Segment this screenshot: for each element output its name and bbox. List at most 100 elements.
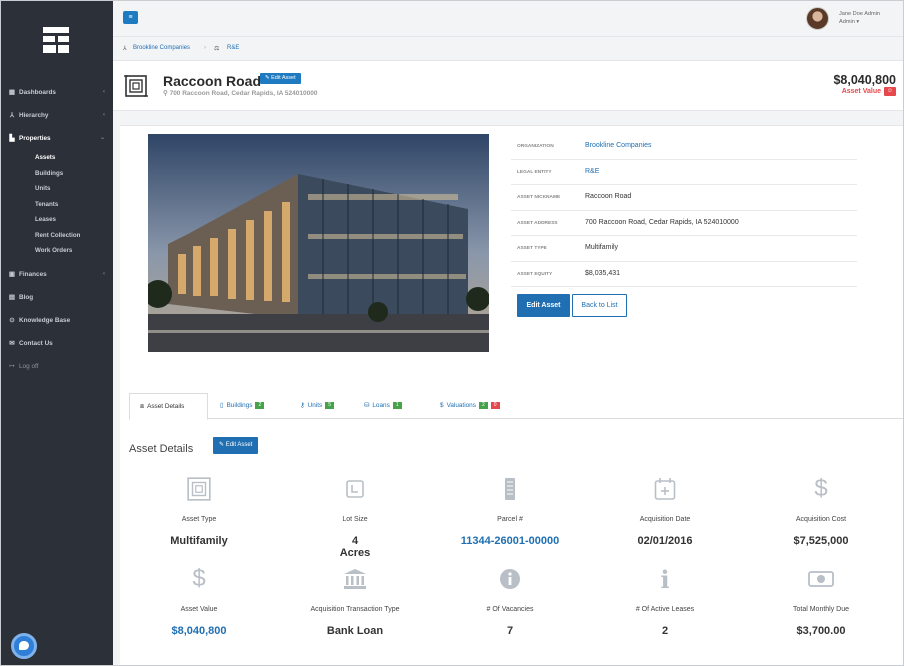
loan-icon: ⛁ xyxy=(364,402,370,409)
app-window: ▦ Dashboards ‹ ⅄ Hierarchy ‹ ▙ Properties ⌄ As… xyxy=(0,0,904,666)
dollar-icon: $ xyxy=(814,475,828,502)
stat-acquisition-date: Acquisition Date 02/01/2016 xyxy=(590,476,740,547)
sidebar-nav: ▦ Dashboards ‹ ⅄ Hierarchy ‹ ▙ Properties ⌄ As… xyxy=(1,81,113,378)
back-to-list-button[interactable]: Back to List xyxy=(572,294,627,317)
building-icon: ▯ xyxy=(220,402,224,409)
key-icon: ⚷ xyxy=(300,402,305,409)
stat-total-monthly-due: Total Monthly Due $3,700.00 xyxy=(746,566,896,637)
asset-value: $8,040,800 xyxy=(833,73,896,87)
sidebar-item-properties[interactable]: ▙ Properties ⌄ xyxy=(1,127,113,150)
sidebar: ▦ Dashboards ‹ ⅄ Hierarchy ‹ ▙ Properties ⌄ As… xyxy=(1,1,113,665)
section-title: Asset Details xyxy=(129,443,194,455)
finance-icon: ▣ xyxy=(8,270,16,278)
breadcrumb-separator: › xyxy=(204,45,206,51)
stat-parcel: Parcel # 11344-26001-00000 xyxy=(435,476,585,547)
stat-lot-size: Lot Size 4 Acres xyxy=(280,476,430,559)
sidebar-item-log-off[interactable]: ↦ Log off xyxy=(1,355,113,378)
building-outline-icon: ⧈ xyxy=(140,403,145,410)
sidebar-item-dashboards[interactable]: ▦ Dashboards ‹ xyxy=(1,81,113,104)
sidebar-item-knowledge-base[interactable]: ⊙ Knowledge Base xyxy=(1,309,113,332)
chevron-left-icon: ‹ xyxy=(103,270,105,277)
stat-vacancies: # Of Vacancies 7 xyxy=(435,566,585,637)
edit-asset-header-button[interactable]: ✎ Edit Asset xyxy=(260,73,301,84)
edit-asset-button[interactable]: Edit Asset xyxy=(517,294,570,317)
asset-header: Raccoon Road ✎ Edit Asset ⚲ 700 Raccoon … xyxy=(113,61,903,111)
calendar-icon xyxy=(590,476,740,502)
organization-link[interactable]: Brookline Companies xyxy=(585,142,652,149)
tab-buildings[interactable]: ▯ Buildings 2 xyxy=(213,393,285,419)
tab-loans[interactable]: ⛁ Loans 1 xyxy=(357,393,427,419)
sidebar-subitem-rent-collection[interactable]: Rent Collection xyxy=(1,228,113,244)
info-row-nickname: Asset Nickname Raccoon Road xyxy=(511,185,857,211)
building-outline-icon xyxy=(124,476,274,502)
breadcrumb: ⅄ Brookline Companies › ⚖ R&E xyxy=(113,37,903,61)
help-icon: ⊙ xyxy=(9,316,15,324)
chart-icon: ▙ xyxy=(9,135,15,142)
asset-info-table: Organization Brookline Companies Legal E… xyxy=(511,134,857,287)
info-row-organization: Organization Brookline Companies xyxy=(511,134,857,160)
sidebar-subitem-work-orders[interactable]: Work Orders xyxy=(1,243,113,259)
stat-transaction-type: Acquisition Transaction Type Bank Loan xyxy=(280,566,430,637)
avatar[interactable] xyxy=(806,7,829,30)
legal-entity-link[interactable]: R&E xyxy=(585,168,599,175)
sidebar-item-blog[interactable]: ▤ Blog xyxy=(1,286,113,309)
lot-icon xyxy=(280,476,430,502)
valuations-alert-badge: 0 xyxy=(490,401,500,409)
info-row-equity: Asset Equity $8,035,431 xyxy=(511,262,857,287)
buildings-count-badge: 2 xyxy=(255,401,265,409)
edit-asset-details-button[interactable]: ✎ Edit Asset xyxy=(213,437,259,454)
hierarchy-icon: ⅄ xyxy=(10,112,14,119)
asset-photo xyxy=(148,134,489,352)
info-circle-icon xyxy=(435,566,585,592)
money-icon xyxy=(746,566,896,592)
loans-count-badge: 1 xyxy=(392,401,402,409)
grid-icon: ▦ xyxy=(8,89,16,96)
entity-icon: ⚖ xyxy=(214,46,220,52)
stat-active-leases: i # Of Active Leases 2 xyxy=(590,564,740,638)
stat-asset-type: Asset Type Multifamily xyxy=(124,476,274,547)
parcel-icon xyxy=(435,476,585,502)
chevron-down-icon: ⌄ xyxy=(99,135,105,141)
user-role-dropdown[interactable]: Admin ▾ xyxy=(839,19,859,25)
hierarchy-icon: ⅄ xyxy=(123,46,127,52)
info-row-legal-entity: Legal Entity R&E xyxy=(511,160,857,185)
sidebar-item-contact-us[interactable]: ✉ Contact Us xyxy=(1,332,113,355)
asset-tabs: ⧈ Asset Details ▯ Buildings 2 ⚷ Units 5 ⛁ Loan… xyxy=(129,393,903,420)
info-row-address: Asset Address 700 Raccoon Road, Cedar Ra… xyxy=(511,211,857,236)
chevron-left-icon: ‹ xyxy=(103,112,105,118)
sidebar-item-finances[interactable]: ▣ Finances ‹ xyxy=(1,263,113,286)
logo-icon[interactable] xyxy=(43,27,69,53)
menu-toggle-button[interactable]: ≡ xyxy=(123,11,138,24)
tab-units[interactable]: ⚷ Units 5 xyxy=(293,393,351,419)
hamburger-icon: ≡ xyxy=(128,14,133,21)
stat-asset-value: $ Asset Value $8,040,800 xyxy=(124,565,274,637)
chevron-left-icon: ‹ xyxy=(103,89,105,95)
chat-icon xyxy=(19,641,29,650)
asset-address: ⚲ 700 Raccoon Road, Cedar Rapids, IA 524… xyxy=(163,90,318,97)
tab-asset-details[interactable]: ⧈ Asset Details xyxy=(129,393,208,420)
asset-value-label: Asset Value xyxy=(841,88,881,95)
info-row-type: Asset Type Multifamily xyxy=(511,236,857,262)
parcel-link[interactable]: 11344-26001-00000 xyxy=(435,535,585,547)
sidebar-subitem-units[interactable]: Units xyxy=(1,181,113,197)
breadcrumb-org[interactable]: Brookline Companies xyxy=(133,45,190,51)
logout-icon: ↦ xyxy=(9,362,15,370)
bank-icon xyxy=(280,566,430,592)
page-title: Raccoon Road xyxy=(163,73,262,89)
blog-icon: ▤ xyxy=(8,293,16,301)
mail-icon: ✉ xyxy=(9,339,15,347)
sidebar-item-hierarchy[interactable]: ⅄ Hierarchy ‹ xyxy=(1,104,113,127)
breadcrumb-entity[interactable]: R&E xyxy=(227,45,239,51)
building-outline-icon xyxy=(124,75,148,97)
user-name[interactable]: Jane Doe Admin xyxy=(839,11,880,17)
sidebar-subitem-leases[interactable]: Leases xyxy=(1,212,113,228)
value-alert-icon[interactable]: ☺ xyxy=(884,87,896,96)
sidebar-subitem-buildings[interactable]: Buildings xyxy=(1,166,113,182)
chat-button[interactable] xyxy=(11,633,37,659)
sidebar-subitem-tenants[interactable]: Tenants xyxy=(1,197,113,213)
stat-acquisition-cost: $ Acquisition Cost $7,525,000 xyxy=(746,475,896,547)
tab-valuations[interactable]: $ Valuations 2 0 xyxy=(433,393,535,419)
top-bar: ≡ Jane Doe Admin Admin ▾ xyxy=(113,1,903,37)
sidebar-subitem-assets[interactable]: Assets xyxy=(1,150,113,166)
info-icon: i xyxy=(660,564,670,594)
